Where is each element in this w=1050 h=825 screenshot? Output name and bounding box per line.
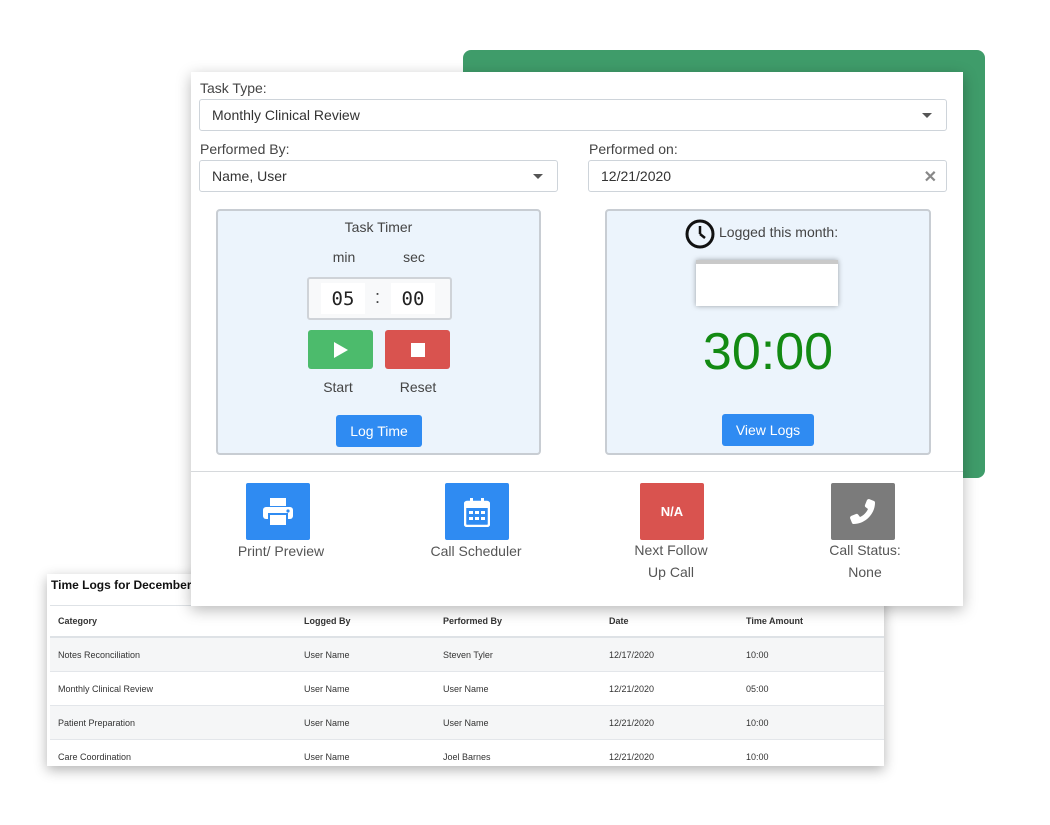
chevron-down-icon — [922, 113, 932, 118]
seconds-input[interactable]: 00 — [391, 283, 435, 314]
cell-logged-by: User Name — [296, 739, 435, 766]
cell-date: 12/21/2020 — [601, 705, 738, 740]
task-type-label: Task Type: — [200, 80, 267, 96]
print-preview-button[interactable] — [246, 483, 310, 540]
next-follow-up-label-line1: Next Follow — [634, 542, 708, 558]
cell-date: 12/21/2020 — [601, 739, 738, 766]
cell-time-amount: 10:00 — [738, 739, 884, 766]
call-status-label-line1: Call Status: — [829, 542, 901, 558]
start-label: Start — [323, 379, 353, 395]
call-scheduler-label: Call Scheduler — [430, 543, 522, 559]
clock-icon — [685, 219, 715, 249]
cell-performed-by: User Name — [435, 705, 601, 740]
task-type-select[interactable]: Monthly Clinical Review — [199, 99, 947, 131]
cell-performed-by: User Name — [435, 671, 601, 706]
calendar-icon — [464, 497, 490, 527]
cell-time-amount: 10:00 — [738, 705, 884, 740]
cell-time-amount: 05:00 — [738, 671, 884, 706]
call-scheduler-button[interactable] — [445, 483, 509, 540]
performed-by-value: Name, User — [212, 168, 287, 184]
printer-icon — [263, 497, 293, 527]
logged-month-title: Logged this month: — [719, 224, 839, 240]
task-timer-title: Task Timer — [344, 219, 413, 235]
timer-display: 05 : 00 — [307, 277, 452, 320]
cell-category: Notes Reconciliation — [50, 637, 296, 672]
cell-category: Patient Preparation — [50, 705, 296, 740]
logged-month-total: 30:00 — [702, 323, 834, 381]
call-status-value: None — [848, 564, 882, 580]
minutes-label: min — [332, 249, 356, 265]
play-icon — [333, 341, 348, 358]
clear-icon[interactable]: ✕ — [924, 167, 937, 187]
reset-label: Reset — [399, 379, 437, 395]
monthly-log-box: Logged this month: 30:00 View Logs — [605, 209, 931, 455]
cell-date: 12/21/2020 — [601, 671, 738, 706]
phone-icon — [850, 498, 875, 524]
performed-by-select[interactable]: Name, User — [199, 160, 558, 192]
table-header-row: Category Logged By Performed By Date Tim… — [50, 605, 884, 638]
time-logs-table: Category Logged By Performed By Date Tim… — [50, 605, 884, 766]
column-header-performed-by[interactable]: Performed By — [435, 605, 601, 638]
task-log-card: Task Type: Monthly Clinical Review Perfo… — [191, 72, 963, 606]
chevron-down-icon — [533, 174, 543, 179]
next-follow-up-button[interactable]: N/A — [640, 483, 704, 540]
cell-performed-by: Steven Tyler — [435, 637, 601, 672]
performed-by-label: Performed By: — [200, 141, 290, 157]
na-badge-icon: N/A — [660, 504, 684, 519]
task-timer-box: Task Timer min sec 05 : 00 Start Reset L… — [216, 209, 541, 455]
print-preview-label: Print/ Preview — [237, 543, 325, 559]
cell-logged-by: User Name — [296, 671, 435, 706]
stop-icon — [410, 342, 425, 357]
cell-logged-by: User Name — [296, 637, 435, 672]
time-logs-title: Time Logs for December — [51, 578, 192, 592]
performed-on-date-field[interactable]: 12/21/2020 ✕ — [588, 160, 947, 192]
section-divider — [191, 471, 963, 472]
table-row[interactable]: Monthly Clinical Review User Name User N… — [50, 671, 884, 706]
view-logs-button[interactable]: View Logs — [722, 414, 814, 446]
log-time-button[interactable]: Log Time — [336, 415, 422, 447]
cell-date: 12/17/2020 — [601, 637, 738, 672]
performed-on-label: Performed on: — [589, 141, 678, 157]
column-header-category[interactable]: Category — [50, 605, 296, 638]
cell-logged-by: User Name — [296, 705, 435, 740]
table-row[interactable]: Care Coordination User Name Joel Barnes … — [50, 739, 884, 766]
call-status-button[interactable] — [831, 483, 895, 540]
timer-colon: : — [375, 287, 381, 307]
task-type-value: Monthly Clinical Review — [212, 107, 360, 123]
column-header-logged-by[interactable]: Logged By — [296, 605, 435, 638]
start-button[interactable] — [308, 330, 373, 369]
column-header-date[interactable]: Date — [601, 605, 738, 638]
next-follow-up-label-line2: Up Call — [648, 564, 694, 580]
table-row[interactable]: Notes Reconciliation User Name Steven Ty… — [50, 637, 884, 672]
cell-category: Monthly Clinical Review — [50, 671, 296, 706]
cell-time-amount: 10:00 — [738, 637, 884, 672]
seconds-label: sec — [403, 249, 425, 265]
reset-button[interactable] — [385, 330, 450, 369]
performed-on-value: 12/21/2020 — [601, 168, 672, 184]
month-progress-placeholder — [696, 260, 838, 306]
column-header-time-amount[interactable]: Time Amount — [738, 605, 884, 638]
table-row[interactable]: Patient Preparation User Name User Name … — [50, 705, 884, 740]
cell-category: Care Coordination — [50, 739, 296, 766]
minutes-input[interactable]: 05 — [321, 283, 365, 314]
cell-performed-by: Joel Barnes — [435, 739, 601, 766]
